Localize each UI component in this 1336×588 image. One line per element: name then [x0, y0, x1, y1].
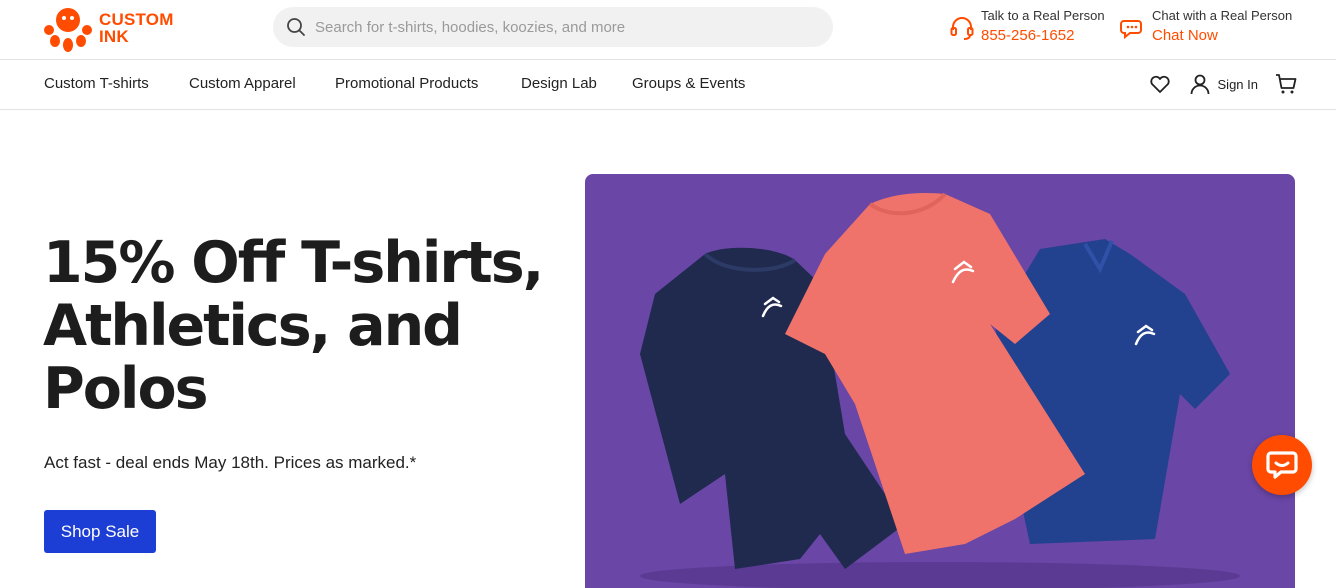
cart-icon[interactable]	[1274, 72, 1298, 96]
headline-line-3: Polos	[43, 356, 209, 422]
apparel-illustration	[640, 192, 1240, 588]
chat-with-person[interactable]: Chat with a Real Person Chat Now	[1120, 8, 1292, 46]
headline-line-1: 15% Off T-shirts,	[43, 230, 544, 296]
nav-item-promotional-products[interactable]: Promotional Products	[335, 75, 478, 92]
logo-wordmark: CUSTOM INK	[99, 11, 174, 45]
phone-number-link[interactable]: 855-256-1652	[981, 26, 1105, 46]
live-chat-button[interactable]	[1252, 435, 1312, 495]
custom-ink-logo[interactable]: CUSTOM INK	[43, 3, 183, 53]
hero-headline: 15% Off T-shirts, Athletics, and Polos	[43, 232, 583, 421]
logo-line-2: INK	[99, 27, 129, 46]
logo-line-1: CUSTOM	[99, 10, 174, 29]
nav-item-custom-apparel[interactable]: Custom Apparel	[189, 75, 296, 92]
main-nav: Custom T-shirts Custom Apparel Promotion…	[0, 60, 1336, 110]
talk-to-person[interactable]: Talk to a Real Person 855-256-1652	[949, 8, 1105, 46]
sign-in-label: Sign In	[1217, 76, 1258, 92]
headset-icon	[950, 17, 974, 40]
nav-item-custom-t-shirts[interactable]: Custom T-shirts	[44, 75, 149, 92]
chat-bubble-icon	[1266, 451, 1298, 479]
chat-icon	[1120, 20, 1142, 40]
shop-sale-button[interactable]: Shop Sale	[44, 510, 156, 553]
search-bar[interactable]	[273, 7, 833, 47]
top-header: CUSTOM INK Talk to a Real Person 855-256…	[0, 0, 1336, 60]
user-icon	[1190, 74, 1209, 95]
sign-in-button[interactable]: Sign In	[1188, 72, 1258, 96]
search-input[interactable]	[315, 18, 815, 36]
phone-label: Talk to a Real Person	[981, 8, 1105, 23]
search-icon	[287, 18, 305, 36]
nav-item-design-lab[interactable]: Design Lab	[521, 75, 597, 92]
chat-label: Chat with a Real Person	[1152, 8, 1293, 23]
octopus-logo-icon	[44, 8, 92, 52]
hero-subline: Act fast - deal ends May 18th. Prices as…	[44, 453, 417, 472]
heart-icon[interactable]	[1148, 72, 1172, 96]
chat-now-link[interactable]: Chat Now	[1152, 26, 1292, 46]
hero-image	[585, 174, 1295, 588]
headline-line-2: Athletics, and	[43, 293, 463, 359]
nav-item-groups-events[interactable]: Groups & Events	[632, 75, 745, 92]
nav-actions: Sign In	[1148, 72, 1298, 96]
